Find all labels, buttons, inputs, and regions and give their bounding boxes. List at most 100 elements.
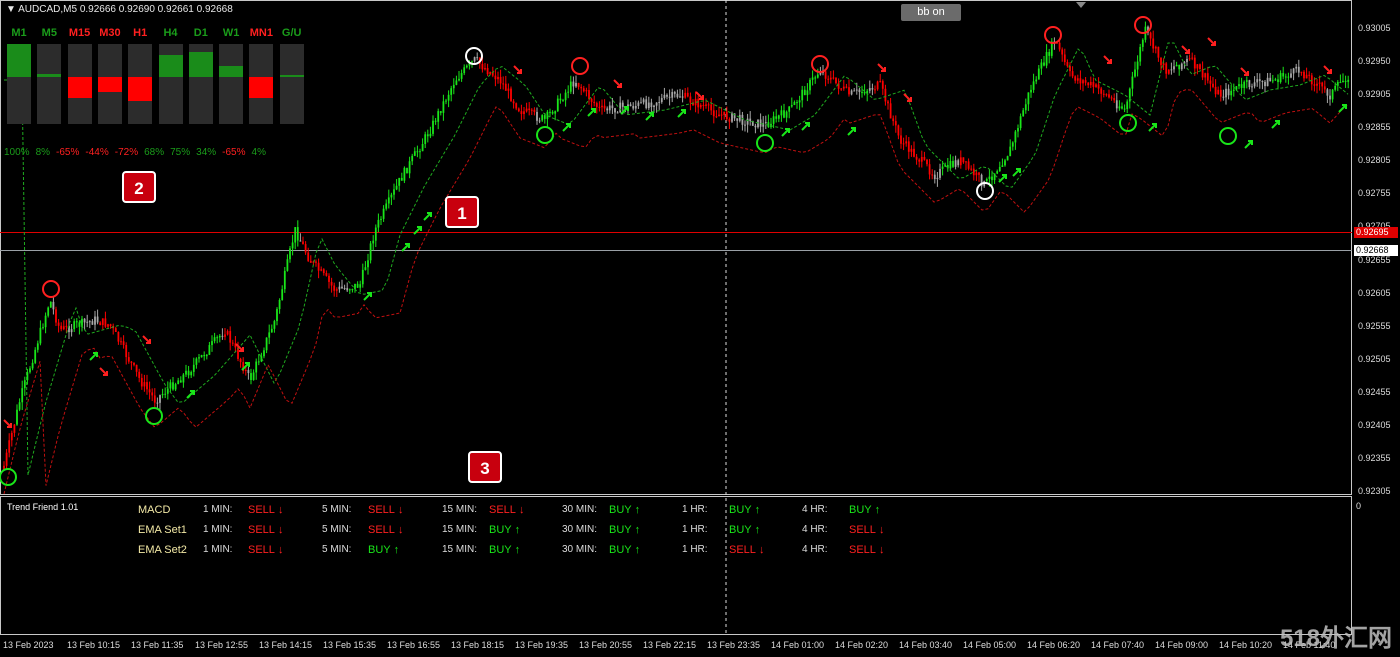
candle-body xyxy=(190,371,193,376)
candle-body xyxy=(151,392,154,396)
candle-body xyxy=(1253,82,1256,87)
candle-body xyxy=(398,177,401,186)
candle-body xyxy=(806,90,809,96)
candle-body xyxy=(499,76,502,84)
candle-body xyxy=(1134,69,1136,77)
price-axis[interactable]: 0.93005 0.92950 0.92905 0.92855 0.92805 0.927… xyxy=(1352,0,1400,496)
candle-body xyxy=(1331,89,1334,100)
up-arrow-icon xyxy=(847,127,856,136)
candle-body xyxy=(1017,128,1019,132)
candle-body xyxy=(406,167,408,174)
candle-body xyxy=(970,168,973,170)
indicator-signal-text: BUY xyxy=(489,524,512,536)
time-tick-label: 14 Feb 07:40 xyxy=(1091,640,1145,650)
time-tick-label: 13 Feb 19:35 xyxy=(515,640,569,650)
candle-body xyxy=(148,389,151,393)
arrow-down-icon: ↓ xyxy=(394,524,404,536)
candle-body xyxy=(1076,78,1079,81)
price-tick-label: 0.92755 xyxy=(1358,188,1391,199)
candle-body xyxy=(1178,64,1181,70)
indicator-signal-text: BUY xyxy=(849,504,872,516)
candle-body xyxy=(928,164,931,175)
candle-body xyxy=(263,350,265,357)
candle-body xyxy=(356,283,359,288)
candle-body xyxy=(814,77,817,79)
strength-bar-fill xyxy=(188,52,213,77)
candle-body xyxy=(1277,79,1279,83)
candle-body xyxy=(541,115,544,121)
candle-body xyxy=(650,102,653,108)
indicator-signal-text: SELL xyxy=(849,524,876,536)
up-arrow-icon xyxy=(1338,104,1347,113)
arrow-down-icon: ↓ xyxy=(755,544,765,556)
candle-body xyxy=(640,102,642,104)
symbol-dropdown-icon[interactable]: ▼ xyxy=(6,4,16,15)
strength-bar xyxy=(67,44,92,124)
strength-tf-label: H4 xyxy=(163,27,178,39)
candle-body xyxy=(1269,77,1272,82)
candle-body xyxy=(941,166,944,169)
candle-body xyxy=(811,77,814,80)
down-arrow-icon xyxy=(1323,65,1332,74)
time-tick-label: 13 Feb 2023 xyxy=(3,640,54,650)
candle-body xyxy=(60,325,63,330)
strength-tf-label: H1 xyxy=(133,27,148,39)
arrow-up-icon: ↑ xyxy=(631,544,641,556)
candle-body xyxy=(1100,88,1103,94)
candle-body xyxy=(1162,63,1165,66)
candle-body xyxy=(775,116,778,119)
time-tick-label: 13 Feb 11:35 xyxy=(131,640,184,650)
candle-body xyxy=(647,102,650,109)
candle-body xyxy=(229,331,232,343)
candle-body xyxy=(283,270,286,290)
strength-bar-fill xyxy=(158,54,183,77)
candle-body xyxy=(658,101,661,103)
candle-body xyxy=(962,157,965,163)
bb-toggle-button[interactable]: bb on xyxy=(901,4,961,21)
candle-body xyxy=(645,99,648,109)
candle-body xyxy=(803,89,806,96)
candle-body xyxy=(835,77,837,84)
ohlc-values: 0.92666 0.92690 0.92661 0.92668 xyxy=(79,4,233,15)
indicator-signal-text: SELL xyxy=(489,504,516,516)
candle-body xyxy=(341,286,343,289)
candle-body xyxy=(169,382,172,389)
indicator-signal: BUY ↑ xyxy=(729,524,760,536)
down-arrow-icon xyxy=(1103,55,1112,64)
candle-body xyxy=(723,111,726,115)
strength-percent: -65% xyxy=(56,147,80,158)
candle-body xyxy=(1045,52,1048,66)
candle-body xyxy=(1347,79,1350,82)
arrow-up-icon: ↑ xyxy=(390,544,400,556)
candle-body xyxy=(504,83,507,91)
candle-body xyxy=(710,104,713,111)
sell-signal-circle-icon xyxy=(1134,16,1152,34)
price-tick-label: 0.92805 xyxy=(1358,155,1391,166)
down-arrow-icon xyxy=(903,93,912,102)
strength-percent: 4% xyxy=(251,147,266,158)
price-tick-label: 0.92905 xyxy=(1358,89,1391,100)
indicator-timeframe-label: 4 HR: xyxy=(802,504,828,515)
candle-body xyxy=(634,105,637,109)
candle-body xyxy=(1035,79,1038,82)
time-axis[interactable]: 13 Feb 2023 13 Feb 10:15 13 Feb 11:35 13 Fe… xyxy=(0,636,1352,656)
candle-body xyxy=(1235,86,1238,90)
candle-body xyxy=(1157,46,1160,58)
candle-body xyxy=(551,111,554,114)
candle-body xyxy=(44,315,47,328)
candle-body xyxy=(848,87,850,95)
candle-body xyxy=(5,452,8,466)
candle-body xyxy=(1024,104,1027,111)
candle-body xyxy=(889,103,892,119)
strength-tf-label: M5 xyxy=(41,27,57,39)
candle-body xyxy=(1256,79,1259,83)
candle-body xyxy=(1323,86,1326,90)
candle-body xyxy=(333,285,336,291)
candle-body xyxy=(411,155,414,162)
indicator-signal: SELL ↓ xyxy=(368,504,403,516)
indicator-signal-text: SELL xyxy=(248,544,275,556)
candle-body xyxy=(42,327,44,329)
buy-signal-circle-icon xyxy=(1219,127,1237,145)
candle-body xyxy=(1287,76,1290,78)
candle-body xyxy=(1121,106,1123,109)
